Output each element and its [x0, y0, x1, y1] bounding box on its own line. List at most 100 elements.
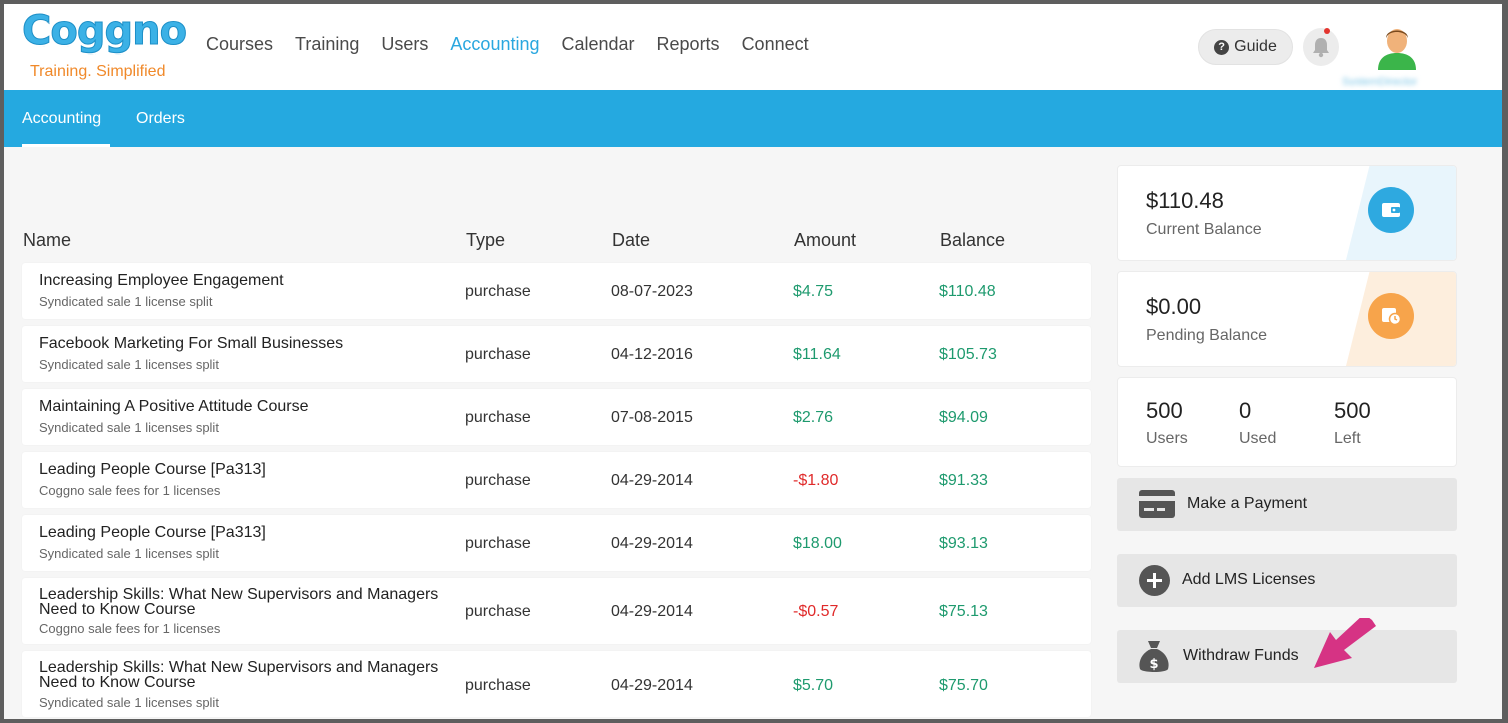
licenses-card: 500 Users 0 Used 500 Left [1117, 377, 1457, 467]
add-lms-licenses-button[interactable]: Add LMS Licenses [1117, 554, 1457, 607]
row-course-name: Leadership Skills: What New Supervisors … [39, 586, 439, 618]
make-payment-button[interactable]: Make a Payment [1117, 478, 1457, 531]
row-date: 04-12-2016 [611, 346, 693, 363]
licenses-used-stat: 0 Used [1239, 398, 1276, 448]
row-date: 07-08-2015 [611, 409, 693, 426]
bell-icon [1313, 38, 1329, 58]
logo-wordmark: Coggno [21, 8, 187, 55]
licenses-users-label: Users [1146, 430, 1188, 447]
nav-calendar[interactable]: Calendar [561, 34, 634, 55]
row-balance: $91.33 [939, 472, 988, 489]
row-amount: $18.00 [793, 535, 842, 552]
app-frame: Coggno Training. Simplified Courses Trai… [4, 4, 1502, 719]
wallet-icon [1368, 187, 1414, 233]
coggno-logo[interactable]: Coggno Training. Simplified [21, 8, 187, 84]
row-type: purchase [465, 472, 531, 489]
row-course-name: Facebook Marketing For Small Businesses [39, 335, 344, 352]
row-type: purchase [465, 603, 531, 620]
nav-users[interactable]: Users [381, 34, 428, 55]
withdraw-funds-label: Withdraw Funds [1183, 647, 1299, 664]
nav-training[interactable]: Training [295, 34, 359, 55]
row-balance: $94.09 [939, 409, 988, 426]
row-date: 04-29-2014 [611, 603, 693, 620]
user-avatar[interactable] [1376, 24, 1418, 70]
row-amount: -$0.57 [793, 603, 839, 620]
top-header: Coggno Training. Simplified Courses Trai… [4, 4, 1502, 90]
row-description: Syndicated sale 1 licenses split [39, 695, 219, 710]
licenses-left-label: Left [1334, 430, 1361, 447]
row-course-name: Leading People Course [Pa313] [39, 524, 266, 541]
add-lms-licenses-label: Add LMS Licenses [1182, 571, 1316, 588]
logo-tagline: Training. Simplified [30, 63, 166, 80]
row-description: Coggno sale fees for 1 licenses [39, 483, 221, 498]
row-amount: -$1.80 [793, 472, 839, 489]
row-amount: $4.75 [793, 283, 834, 300]
user-name[interactable]: SystemDirector [1342, 76, 1452, 86]
row-balance: $110.48 [939, 283, 996, 300]
money-bag-icon: $ [1139, 641, 1169, 672]
nav-reports[interactable]: Reports [657, 34, 720, 55]
annotation-arrow-icon [1314, 618, 1376, 668]
subnav-orders[interactable]: Orders [136, 110, 185, 128]
row-date: 04-29-2014 [611, 535, 693, 552]
row-type: purchase [465, 346, 531, 363]
row-description: Syndicated sale 1 license split [39, 294, 213, 309]
row-type: purchase [465, 409, 531, 426]
licenses-users-value: 500 [1146, 398, 1183, 423]
licenses-left-value: 500 [1334, 398, 1371, 423]
table-row[interactable]: Leading People Course [Pa313] Coggno sal… [22, 452, 1091, 508]
row-course-name: Increasing Employee Engagement [39, 272, 284, 289]
row-type: purchase [465, 283, 531, 300]
row-type: purchase [465, 535, 531, 552]
row-date: 04-29-2014 [611, 677, 693, 694]
licenses-left-stat: 500 Left [1334, 398, 1371, 448]
question-circle-icon: ? [1214, 39, 1230, 55]
row-course-name: Maintaining A Positive Attitude Course [39, 398, 309, 415]
nav-accounting[interactable]: Accounting [450, 34, 539, 55]
nav-courses[interactable]: Courses [206, 34, 273, 55]
pending-balance-label: Pending Balance [1146, 327, 1267, 344]
column-header-name: Name [23, 230, 72, 250]
withdraw-funds-button[interactable]: $ Withdraw Funds [1117, 630, 1457, 683]
column-header-balance: Balance [940, 230, 1006, 250]
current-balance-value: $110.48 [1146, 188, 1224, 213]
column-header-date: Date [612, 230, 651, 250]
row-date: 08-07-2023 [611, 283, 693, 300]
nav-connect[interactable]: Connect [742, 34, 809, 55]
column-header-type: Type [466, 230, 506, 250]
licenses-used-value: 0 [1239, 398, 1252, 423]
row-amount: $11.64 [793, 346, 841, 363]
row-course-name: Leading People Course [Pa313] [39, 461, 266, 478]
column-header-amount: Amount [794, 230, 857, 250]
main-nav: Courses Training Users Accounting Calend… [206, 34, 831, 55]
licenses-used-label: Used [1239, 430, 1277, 447]
table-row[interactable]: Leadership Skills: What New Supervisors … [22, 578, 1091, 644]
table-row[interactable]: Facebook Marketing For Small Businesses … [22, 326, 1091, 382]
plus-circle-icon [1139, 565, 1170, 596]
row-amount: $2.76 [793, 409, 834, 426]
pending-balance-value: $0.00 [1146, 294, 1202, 319]
pending-wallet-clock-icon [1368, 293, 1414, 339]
row-date: 04-29-2014 [611, 472, 693, 489]
guide-button[interactable]: ? Guide [1198, 29, 1293, 65]
row-balance: $93.13 [939, 535, 988, 552]
row-course-name: Leadership Skills: What New Supervisors … [39, 659, 439, 691]
row-description: Syndicated sale 1 licenses split [39, 546, 219, 561]
credit-card-icon [1139, 490, 1175, 518]
row-balance: $75.13 [939, 603, 988, 620]
avatar-icon [1378, 29, 1416, 70]
sub-nav: Accounting Orders [4, 90, 1502, 147]
table-row[interactable]: Leadership Skills: What New Supervisors … [22, 651, 1091, 717]
notifications-button[interactable] [1303, 28, 1339, 66]
table-row[interactable]: Leading People Course [Pa313] Syndicated… [22, 515, 1091, 571]
current-balance-card: $110.48 Current Balance [1117, 165, 1457, 261]
svg-text:$: $ [1149, 657, 1158, 672]
table-row[interactable]: Maintaining A Positive Attitude Course S… [22, 389, 1091, 445]
row-amount: $5.70 [793, 677, 834, 694]
row-description: Coggno sale fees for 1 licenses [39, 621, 221, 636]
notification-dot [1324, 28, 1330, 34]
table-row[interactable]: Increasing Employee Engagement Syndicate… [22, 263, 1091, 319]
active-tab-underline [22, 144, 110, 147]
current-balance-label: Current Balance [1146, 221, 1262, 238]
subnav-accounting[interactable]: Accounting [22, 110, 101, 128]
